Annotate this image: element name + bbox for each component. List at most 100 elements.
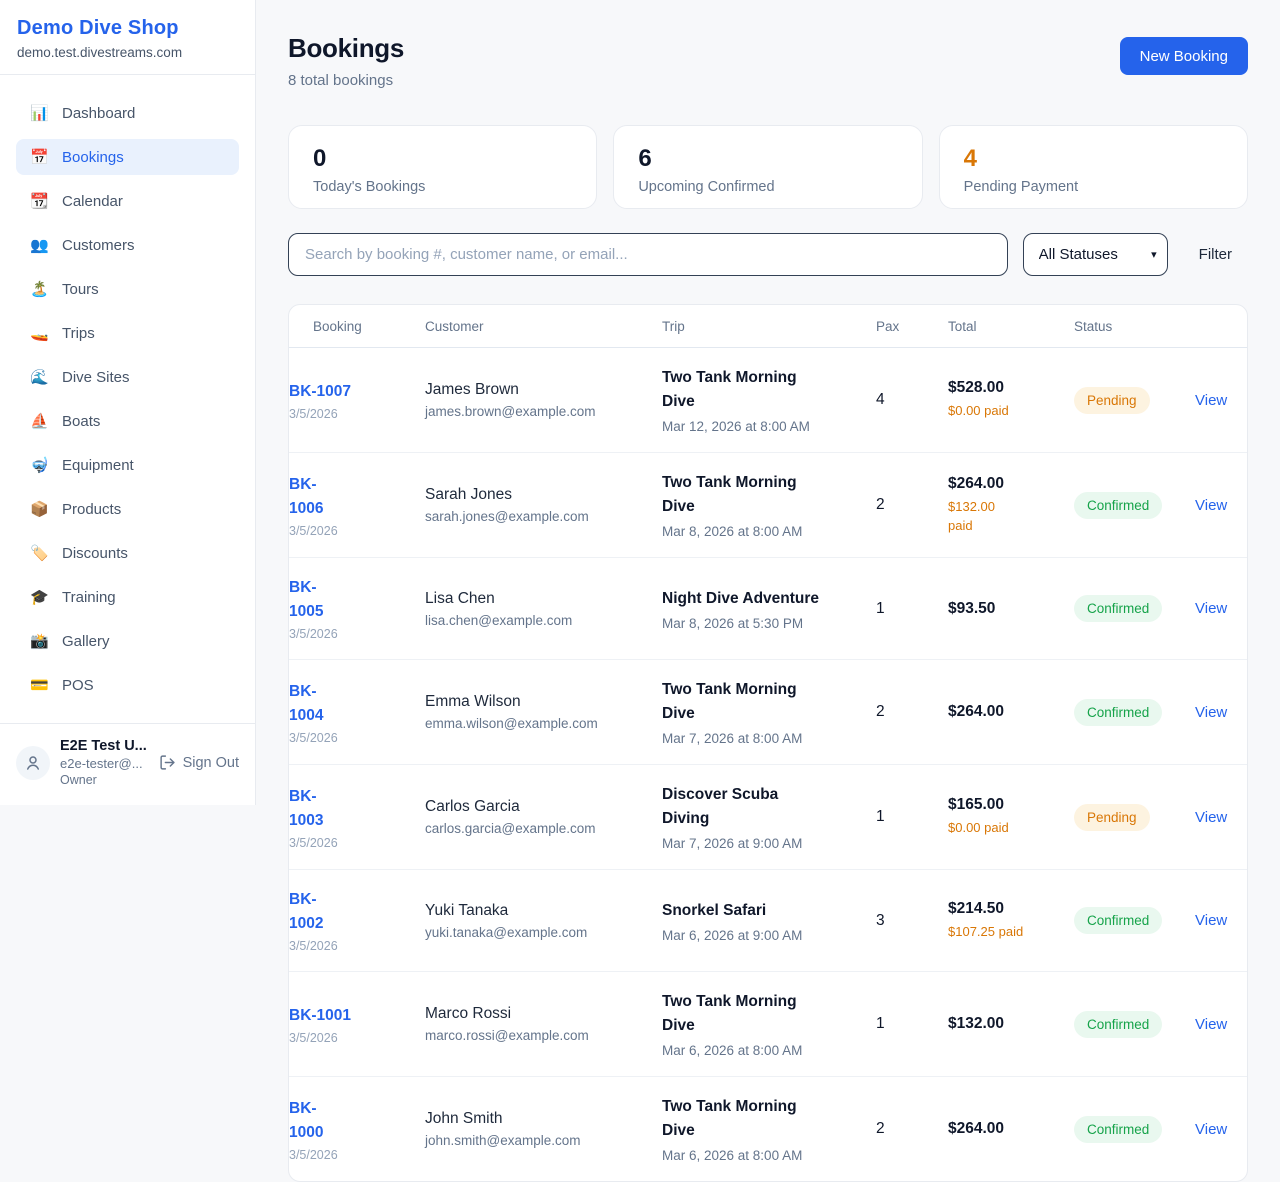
actions-cell: View	[1195, 894, 1247, 947]
total-cell: $264.00$132.00 paid	[948, 457, 1074, 554]
booking-id-link[interactable]: BK- 1002	[289, 888, 415, 936]
status-cell: Confirmed	[1074, 474, 1195, 537]
booking-cell: BK- 10063/5/2026	[289, 455, 425, 556]
booking-id-link[interactable]: BK- 1004	[289, 680, 415, 728]
total-amount: $93.50	[948, 600, 1064, 618]
tear-off-calendar-icon: 📆	[30, 192, 49, 210]
customer-email: sarah.jones@example.com	[425, 509, 652, 524]
speedboat-icon: 🚤	[30, 324, 49, 342]
user-section: E2E Test U... e2e-tester@... Owner Sign …	[0, 723, 255, 805]
customer-cell: Emma Wilsonemma.wilson@example.com	[425, 675, 662, 749]
booking-id-link[interactable]: BK- 1005	[289, 576, 415, 624]
pax-cell: 2	[876, 685, 948, 739]
stat-label: Pending Payment	[964, 179, 1223, 195]
booking-id-link[interactable]: BK- 1000	[289, 1097, 415, 1145]
sidebar-item-boats[interactable]: ⛵Boats	[16, 403, 239, 439]
booking-id-link[interactable]: BK-1001	[289, 1004, 415, 1028]
filter-bar: All Statuses ▾ Filter	[288, 233, 1248, 276]
sidebar-item-label: Training	[62, 589, 116, 606]
sidebar-item-bookings[interactable]: 📅Bookings	[16, 139, 239, 175]
booking-row: BK- 10043/5/2026Emma Wilsonemma.wilson@e…	[289, 660, 1247, 765]
sidebar-item-dashboard[interactable]: 📊Dashboard	[16, 95, 239, 131]
trip-datetime: Mar 7, 2026 at 8:00 AM	[662, 731, 866, 746]
status-cell: Confirmed	[1074, 889, 1195, 952]
trip-datetime: Mar 6, 2026 at 9:00 AM	[662, 928, 866, 943]
status-badge: Confirmed	[1074, 1011, 1162, 1038]
total-amount: $165.00	[948, 796, 1064, 814]
view-link[interactable]: View	[1195, 1016, 1237, 1033]
sidebar-item-calendar[interactable]: 📆Calendar	[16, 183, 239, 219]
status-badge: Confirmed	[1074, 1116, 1162, 1143]
status-badge: Pending	[1074, 387, 1150, 414]
page-title: Bookings	[288, 33, 404, 64]
customer-name: Lisa Chen	[425, 590, 652, 608]
booking-row: BK- 10033/5/2026Carlos Garciacarlos.garc…	[289, 765, 1247, 870]
sidebar-item-products[interactable]: 📦Products	[16, 491, 239, 527]
actions-cell: View	[1195, 686, 1247, 739]
view-link[interactable]: View	[1195, 600, 1237, 617]
trip-name: Two Tank Morning Dive	[662, 1095, 866, 1143]
booking-id-link[interactable]: BK-1007	[289, 380, 415, 404]
booking-row: BK-10073/5/2026James Brownjames.brown@ex…	[289, 348, 1247, 453]
actions-cell: View	[1195, 479, 1247, 532]
booking-date: 3/5/2026	[289, 627, 415, 641]
sidebar-item-pos[interactable]: 💳POS	[16, 667, 239, 703]
trip-cell: Two Tank Morning DiveMar 6, 2026 at 8:00…	[662, 1077, 876, 1181]
pax-cell: 3	[876, 894, 948, 948]
sidebar-item-dive-sites[interactable]: 🌊Dive Sites	[16, 359, 239, 395]
booking-row: BK- 10003/5/2026John Smithjohn.smith@exa…	[289, 1077, 1247, 1181]
status-badge: Confirmed	[1074, 907, 1162, 934]
sidebar-item-label: Gallery	[62, 633, 110, 650]
customer-name: Emma Wilson	[425, 693, 652, 711]
customer-cell: Carlos Garciacarlos.garcia@example.com	[425, 780, 662, 854]
trip-cell: Night Dive AdventureMar 8, 2026 at 5:30 …	[662, 569, 876, 649]
view-link[interactable]: View	[1195, 912, 1237, 929]
customer-cell: Sarah Jonessarah.jones@example.com	[425, 468, 662, 542]
sidebar-item-tours[interactable]: 🏝️Tours	[16, 271, 239, 307]
sidebar-item-label: Discounts	[62, 545, 128, 562]
sign-out-button[interactable]: Sign Out	[159, 754, 239, 771]
view-link[interactable]: View	[1195, 704, 1237, 721]
actions-cell: View	[1195, 582, 1247, 635]
booking-id-link[interactable]: BK- 1003	[289, 785, 415, 833]
graduation-cap-icon: 🎓	[30, 588, 49, 606]
customer-cell: Lisa Chen lisa.chen@example.com	[425, 572, 662, 646]
view-link[interactable]: View	[1195, 1121, 1237, 1138]
actions-cell: View	[1195, 1103, 1247, 1156]
sidebar-item-gallery[interactable]: 📸Gallery	[16, 623, 239, 659]
user-email: e2e-tester@...	[60, 756, 149, 771]
status-badge: Confirmed	[1074, 595, 1162, 622]
status-badge: Confirmed	[1074, 699, 1162, 726]
total-cell: $93.50	[948, 582, 1074, 636]
sidebar-item-customers[interactable]: 👥Customers	[16, 227, 239, 263]
calendar-icon: 📅	[30, 148, 49, 166]
trip-name: Two Tank Morning Dive	[662, 366, 866, 414]
actions-cell: View	[1195, 374, 1247, 427]
booking-cell: BK-10013/5/2026	[289, 986, 425, 1063]
credit-card-icon: 💳	[30, 676, 49, 694]
booking-id-link[interactable]: BK- 1006	[289, 473, 415, 521]
view-link[interactable]: View	[1195, 497, 1237, 514]
tag-icon: 🏷️	[30, 544, 49, 562]
column-header-actions	[1195, 305, 1247, 347]
total-cell: $214.50$107.25 paid	[948, 882, 1074, 960]
new-booking-button[interactable]: New Booking	[1120, 37, 1248, 75]
pax-cell: 1	[876, 582, 948, 636]
sidebar-item-discounts[interactable]: 🏷️ Discounts	[16, 535, 239, 571]
status-select[interactable]: All Statuses	[1023, 233, 1168, 276]
page-subtitle: 8 total bookings	[288, 72, 404, 89]
view-link[interactable]: View	[1195, 392, 1237, 409]
view-link[interactable]: View	[1195, 809, 1237, 826]
trip-datetime: Mar 12, 2026 at 8:00 AM	[662, 419, 866, 434]
sidebar-item-training[interactable]: 🎓 Training	[16, 579, 239, 615]
total-cell: $264.00	[948, 1102, 1074, 1156]
sidebar-item-equipment[interactable]: 🤿Equipment	[16, 447, 239, 483]
search-input[interactable]	[288, 233, 1008, 276]
filter-button[interactable]: Filter	[1199, 246, 1232, 263]
trip-name: Night Dive Adventure	[662, 587, 866, 611]
total-amount: $214.50	[948, 900, 1064, 918]
stat-value: 4	[964, 145, 1223, 173]
sidebar-item-trips[interactable]: 🚤Trips	[16, 315, 239, 351]
customer-email: lisa.chen@example.com	[425, 613, 652, 628]
trip-name: Snorkel Safari	[662, 899, 866, 923]
